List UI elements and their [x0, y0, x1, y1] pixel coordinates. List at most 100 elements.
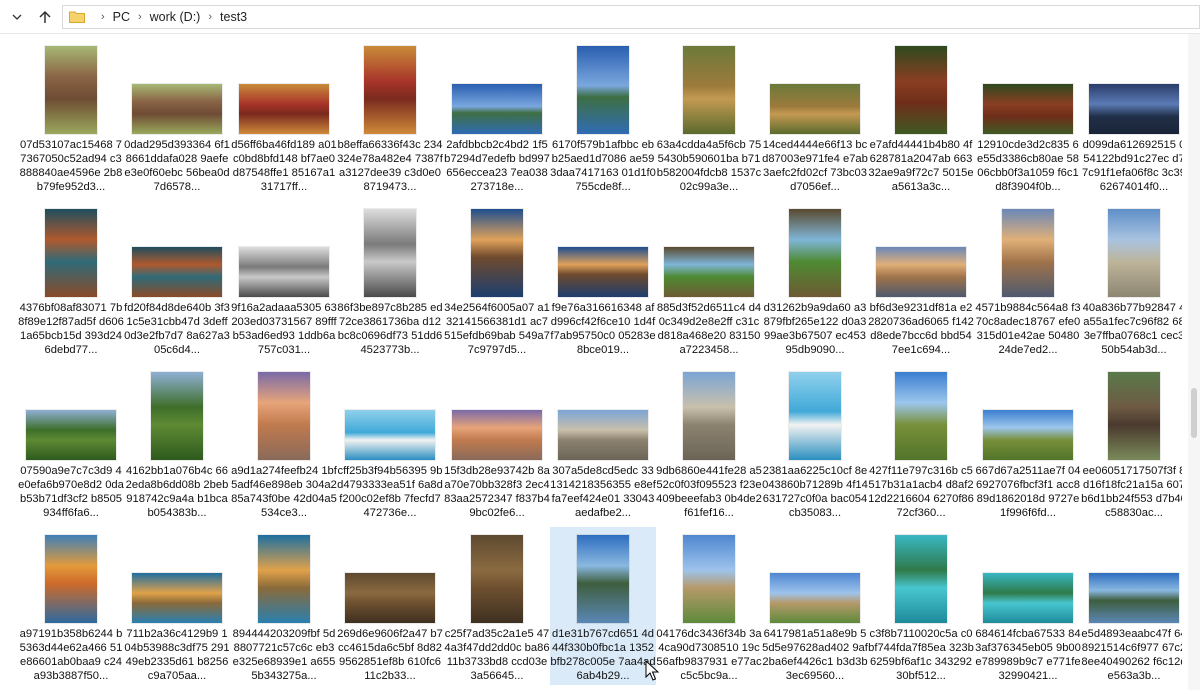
file-item[interactable]: d56ff6ba46fd189 a01c0bd8bfd148 bf7ae0d87…	[231, 38, 337, 196]
file-name: f9e76a316616348 afd996cf42f6ce10 1d4ff7a…	[550, 302, 656, 356]
thumbnail-frame	[762, 205, 868, 297]
file-item[interactable]: 307a5de8cd5edc 331314218356355 e8effa7ee…	[550, 364, 656, 522]
gateway-arch-thumbnail	[452, 84, 542, 134]
file-item[interactable]: 9f16a2adaaa5305 63203ed03731567 89fffb53…	[231, 201, 337, 359]
file-item[interactable]: e5d4893eaabc47f 648921514c6f977 67c28ee4…	[1081, 527, 1182, 685]
castle-ruins-thumbnail	[1002, 209, 1054, 297]
breadcrumb-folder[interactable]: test3	[220, 10, 247, 24]
up-button[interactable]	[34, 6, 56, 28]
cheetah-thumbnail	[770, 84, 860, 134]
hill-forest-thumbnail	[26, 410, 116, 460]
thumbnail-frame	[444, 531, 550, 623]
breadcrumb-pc[interactable]: PC	[113, 10, 130, 24]
file-item[interactable]: 34e2564f6005a07 a132141566381d1 ac7515ef…	[444, 201, 550, 359]
sea-cliff-dusk-thumbnail	[558, 247, 648, 297]
mountain-lake-thumbnail	[577, 535, 629, 623]
vertical-scrollbar[interactable]	[1188, 34, 1200, 690]
file-item[interactable]: a97191b358b6244 b5363d44e62a466 51e86601…	[18, 527, 124, 685]
file-item[interactable]: 63a4cdda4a5f6cb 755430b590601ba b71b5820…	[656, 38, 762, 196]
file-item[interactable]: 4376bf08af83071 7b8f89e12f87ad5f d6061a6…	[18, 201, 124, 359]
green-valley-cave-thumbnail	[789, 209, 841, 297]
thumbnail-frame	[550, 531, 656, 623]
file-name: 86f3be897c8b285 ed72ce3861736ba d12bc8c0…	[337, 302, 443, 356]
file-item[interactable]: 9db6860e441fe28 a552c0f03f095523 f23e409…	[656, 364, 762, 522]
file-item[interactable]: 684614fcba67533 843af376345eb05 9b00e789…	[975, 527, 1081, 685]
file-item[interactable]: 07d53107ac15468 77367050c52ad94 c3888840…	[18, 38, 124, 196]
file-name: 07590a9e7c7c3d9 4e0efa6b970e8d2 0dab53b7…	[18, 465, 124, 519]
breadcrumb[interactable]: › PC › work (D:) › test3	[61, 4, 1200, 29]
file-item[interactable]: 269d6e9606f2a47 b7cc4615da6c5bf 8d829562…	[337, 527, 443, 685]
file-item[interactable]: d1e31b767cd651 4d44f330b0fbc1a 1352bfb27…	[550, 527, 656, 685]
address-bar: › PC › work (D:) › test3	[0, 0, 1200, 34]
thumbnail-frame	[975, 368, 1081, 460]
file-name: 6417981a51a8e9b 55d5e97628ad402 9af2ba6e…	[762, 628, 868, 682]
file-item[interactable]: 885d3f52d6511c4 d40c349d2e8e2ff c31cd818…	[656, 201, 762, 359]
file-item[interactable]: c3f8b7110020c5a c0bf744fda7f85ea 323b625…	[868, 527, 974, 685]
file-item[interactable]: 427f11e797c316b c5517b31a1acb4 d8af212d2…	[868, 364, 974, 522]
thumbnail-frame	[124, 42, 230, 134]
file-item[interactable]: 40a836b77b92847 4a55a1fec7c96f82 683e7ff…	[1081, 201, 1182, 359]
breadcrumb-drive[interactable]: work (D:)	[150, 10, 201, 24]
file-item[interactable]: 12910cde3d2c835 6e55d3386cb80ae 5806cbb0…	[975, 38, 1081, 196]
file-item[interactable]: 4162bb1a076b4c 662eda8b6dd08b 2beb918742…	[124, 364, 230, 522]
mouse-cursor-icon	[645, 660, 659, 681]
thumbnail-frame	[444, 42, 550, 134]
file-item[interactable]: f9e76a316616348 afd996cf42f6ce10 1d4ff7a…	[550, 201, 656, 359]
file-item[interactable]: cff25b3f94b56395 9bd4793333ea51f 6a8df20…	[337, 364, 443, 522]
file-item[interactable]: 14ced4444e66f13 bcd87003e971fe4 e7ab3aef…	[762, 38, 868, 196]
file-name: d31262b9a9da60 a3879fbf265e122 d0a399ae3…	[763, 302, 867, 356]
thumbnail-frame	[231, 531, 337, 623]
file-item[interactable]: e7afd44441b4b80 4f628781a2047ab 66332ae9…	[868, 38, 974, 196]
chevron-right-icon: ›	[100, 10, 105, 23]
pancake-rocks-thumbnail	[683, 372, 735, 460]
thumbnail-frame	[231, 368, 337, 460]
file-name: 40a836b77b92847 4a55a1fec7c96f82 683e7ff…	[1082, 302, 1182, 356]
file-item[interactable]: 15f3db28e93742b 8aa70e70bb328f3 2ec483aa…	[444, 364, 550, 522]
file-item[interactable]: d31262b9a9da60 a3879fbf265e122 d0a399ae3…	[762, 201, 868, 359]
file-item[interactable]: fd20f84d8de640b 3f31c5e31cbb47d 3deff0d3…	[124, 201, 230, 359]
file-item[interactable]: b8effa66336f43c 234324e78a482e4 7387fa31…	[337, 38, 443, 196]
file-name: 4571b9884c564a8 f370c8adec18767 efe0315d…	[975, 302, 1081, 356]
recent-locations-button[interactable]	[6, 6, 28, 28]
file-item[interactable]: ee06051717507f3f 8d16f18fc21a15a 607b6d1…	[1081, 364, 1182, 522]
file-item[interactable]: 07590a9e7c7c3d9 4e0efa6b970e8d2 0dab53b7…	[18, 364, 124, 522]
sea-cliff-dusk-thumbnail	[471, 209, 523, 297]
file-name: b8effa66336f43c 234324e78a482e4 7387fa31…	[337, 139, 443, 193]
file-item[interactable]: 667d67a2511ae7f 046927076fbcf3f1 acc889d…	[975, 364, 1081, 522]
thumbnail-frame	[1081, 368, 1182, 460]
file-item[interactable]: 0dad295d393364 6f18661ddafa028 9aefee3e0…	[124, 38, 230, 196]
thumbnail-frame	[868, 531, 974, 623]
file-item[interactable]: bf6d3e9231df81a e22820736ad6065 f142d8ed…	[868, 201, 974, 359]
thumbnail-frame	[868, 205, 974, 297]
file-item[interactable]: 2381aa6225c10cf 8e043860b71289b 4f146317…	[762, 364, 868, 522]
scrollbar-thumb[interactable]	[1191, 388, 1197, 438]
thumbnail-frame	[337, 531, 443, 623]
file-name: d099da612692515 054122bd91c27ec d77c91f1…	[1082, 139, 1182, 193]
thumbnail-frame	[550, 368, 656, 460]
redwood-forest-thumbnail	[983, 84, 1073, 134]
file-item[interactable]: 4571b9884c564a8 f370c8adec18767 efe0315d…	[975, 201, 1081, 359]
thumbnail-frame	[1081, 205, 1182, 297]
thumbnail-frame	[868, 42, 974, 134]
file-item[interactable]: 2afdbbcb2c4bd2 1f5b7294d7edefb bd997656e…	[444, 38, 550, 196]
file-item[interactable]: 711b2a36c4129b9 104b53988c3df75 29149eb2…	[124, 527, 230, 685]
file-item[interactable]: 6417981a51a8e9b 55d5e97628ad402 9af2ba6e…	[762, 527, 868, 685]
file-item[interactable]: 86f3be897c8b285 ed72ce3861736ba d12bc8c0…	[337, 201, 443, 359]
file-name: 9db6860e441fe28 a552c0f03f095523 f23e409…	[656, 465, 762, 519]
coastal-rocks-dusk-thumbnail	[1089, 84, 1179, 134]
file-name: 12910cde3d2c835 6e55d3386cb80ae 5806cbb0…	[976, 139, 1080, 193]
file-item[interactable]: a9d1a274feefb24 1bf5adf46e898eb 304a285a…	[231, 364, 337, 522]
thumbnail-frame	[656, 205, 762, 297]
thumbnail-frame	[975, 42, 1081, 134]
file-item[interactable]: d099da612692515 054122bd91c27ec d77c91f1…	[1081, 38, 1182, 196]
hot-spring-thumbnail	[45, 535, 97, 623]
file-name: 14ced4444e66f13 bcd87003e971fe4 e7ab3aef…	[762, 139, 868, 193]
file-item[interactable]: c25f7ad35c2a1e5 474a3f47dd2dd0c ba8611b3…	[444, 527, 550, 685]
file-name: bf6d3e9231df81a e22820736ad6065 f142d8ed…	[868, 302, 974, 356]
file-item[interactable]: 894444203209fbf 5d8807721c57c6c eb3e325e…	[231, 527, 337, 685]
file-name: 34e2564f6005a07 a132141566381d1 ac7515ef…	[444, 302, 550, 356]
bw-winter-trees-thumbnail	[364, 209, 416, 297]
file-item[interactable]: 6170f579b1afbbc ebb25aed1d7086 ae593daa7…	[550, 38, 656, 196]
file-name: 4162bb1a076b4c 662eda8b6dd08b 2beb918742…	[125, 465, 229, 519]
file-item[interactable]: 04176dc3436f34b 3a4ca90d7308510 19c56afb…	[656, 527, 762, 685]
